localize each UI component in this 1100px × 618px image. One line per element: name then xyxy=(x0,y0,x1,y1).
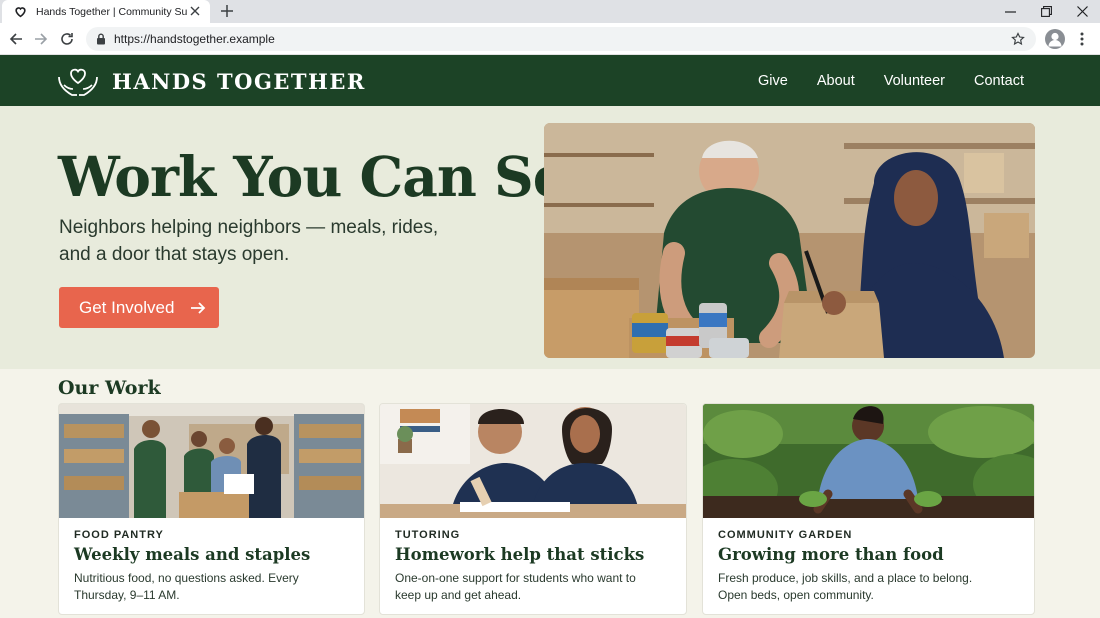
card-description: Fresh produce, job skills, and a place t… xyxy=(718,571,973,602)
nav-link-give[interactable]: Give xyxy=(758,73,788,89)
card-heading: Growing more than food xyxy=(718,545,944,564)
hero-subtitle: Neighbors helping neighbors — meals, rid… xyxy=(59,217,439,265)
our-work-title: Our Work xyxy=(58,377,161,399)
tutoring-photo xyxy=(380,404,686,518)
nav-link-contact[interactable]: Contact xyxy=(974,73,1024,89)
card-category: TUTORING xyxy=(395,529,461,541)
url-text: https://handstogether.example xyxy=(114,32,275,46)
back-arrow-icon[interactable] xyxy=(6,29,26,49)
arrow-right-icon xyxy=(190,299,208,317)
nav-link-about[interactable]: About xyxy=(817,73,855,89)
close-icon[interactable] xyxy=(188,4,202,18)
hands-heart-icon xyxy=(58,68,98,96)
browser-tab[interactable]: Hands Together | Community Support xyxy=(2,0,210,23)
lock-icon xyxy=(94,32,108,46)
site-header: HANDS TOGETHER Give About Volunteer Cont… xyxy=(0,55,1100,106)
card-tutoring[interactable]: TUTORING Homework help that sticks One-o… xyxy=(379,403,687,615)
browser-toolbar: https://handstogether.example xyxy=(0,23,1100,55)
hero-photo-volunteers-packing-food xyxy=(544,123,1035,358)
food-pantry-photo xyxy=(59,404,364,518)
site-logo[interactable]: HANDS TOGETHER xyxy=(56,63,366,99)
plus-icon[interactable] xyxy=(217,2,237,20)
profile-icon[interactable] xyxy=(1045,29,1065,49)
hero-section: Work You Can See Neighbors helping neigh… xyxy=(0,106,1100,369)
card-description: Nutritious food, no questions asked. Eve… xyxy=(74,571,299,602)
star-icon[interactable] xyxy=(1010,31,1026,47)
browser-tab-bar: Hands Together | Community Support xyxy=(0,0,1100,23)
close-window-icon[interactable] xyxy=(1064,0,1100,23)
main-nav: Give About Volunteer Contact xyxy=(758,55,1024,106)
card-category: FOOD PANTRY xyxy=(74,529,164,541)
reload-icon[interactable] xyxy=(57,29,77,49)
card-heading: Homework help that sticks xyxy=(395,545,645,564)
card-food-pantry[interactable]: FOOD PANTRY Weekly meals and staples Nut… xyxy=(58,403,365,615)
more-vert-icon[interactable] xyxy=(1073,29,1091,49)
hero-title: Work You Can See xyxy=(58,144,602,209)
get-involved-button[interactable]: Get Involved xyxy=(59,287,219,328)
tab-title: Hands Together | Community Support xyxy=(36,5,188,18)
forward-arrow-icon[interactable] xyxy=(31,29,51,49)
heart-favicon-icon xyxy=(12,4,28,20)
card-description: One-on-one support for students who want… xyxy=(395,571,636,602)
nav-link-volunteer[interactable]: Volunteer xyxy=(884,73,945,89)
card-community-garden[interactable]: COMMUNITY GARDEN Growing more than food … xyxy=(702,403,1035,615)
community-garden-photo xyxy=(703,404,1034,519)
cta-label: Get Involved xyxy=(79,297,175,317)
site-name: HANDS TOGETHER xyxy=(112,68,366,94)
card-category: COMMUNITY GARDEN xyxy=(718,529,853,541)
card-heading: Weekly meals and staples xyxy=(74,545,311,564)
minimize-icon[interactable] xyxy=(992,0,1028,23)
address-bar[interactable]: https://handstogether.example xyxy=(86,27,1036,51)
restore-icon[interactable] xyxy=(1028,0,1064,23)
